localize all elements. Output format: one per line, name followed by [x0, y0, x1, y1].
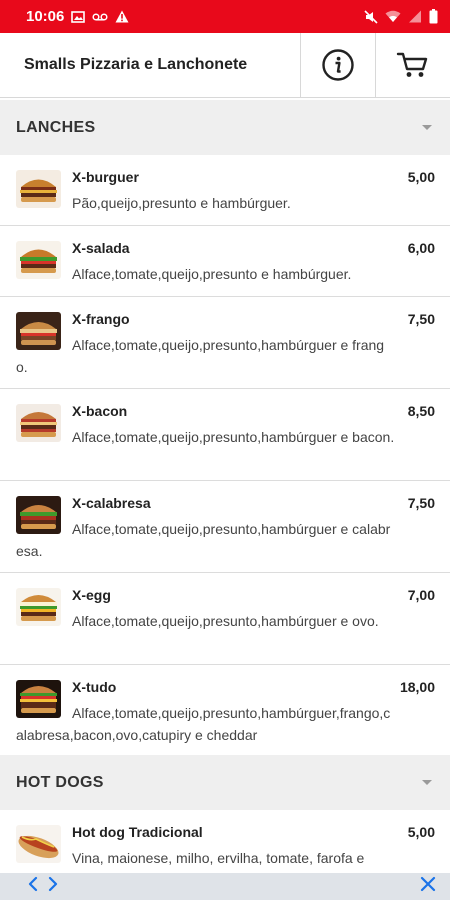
- info-button[interactable]: [300, 33, 375, 97]
- item-name: X-frango: [72, 311, 130, 327]
- voicemail-icon: [92, 12, 108, 21]
- chevron-down-icon: [422, 780, 432, 785]
- item-price: 8,50: [407, 403, 435, 419]
- item-name: X-bacon: [72, 403, 128, 419]
- item-price: 6,00: [407, 240, 435, 256]
- back-button[interactable]: [28, 876, 38, 897]
- section-title: HOT DOGS: [16, 773, 104, 791]
- section-title: LANCHES: [16, 118, 96, 136]
- cart-button[interactable]: [375, 33, 450, 97]
- menu-item-x-calabresa[interactable]: X-calabresa 7,50 Alface,tomate,queijo,pr…: [0, 481, 450, 573]
- item-description: Pão,queijo,presunto e hambúrguer.: [72, 195, 291, 211]
- item-price: 5,00: [407, 824, 435, 840]
- menu-item-x-bacon[interactable]: X-bacon 8,50 Alface,tomate,queijo,presun…: [0, 389, 450, 481]
- cart-icon: [396, 52, 428, 77]
- battery-icon: [429, 9, 438, 24]
- section-lanches-header[interactable]: LANCHES: [0, 100, 450, 155]
- item-description: Alface,tomate,queijo,presunto,hambúrguer…: [72, 429, 395, 445]
- item-name: X-burguer: [72, 169, 139, 185]
- item-description: Vina, maionese, milho, ervilha, tomate, …: [72, 850, 365, 866]
- bottom-nav-bar: [0, 873, 450, 900]
- item-price: 18,00: [399, 679, 435, 695]
- item-description: Alface,tomate,queijo,presunto,hambúrguer…: [72, 613, 379, 629]
- item-name: X-calabresa: [72, 495, 151, 511]
- forward-button[interactable]: [48, 876, 58, 897]
- store-title: Smalls Pizzaria e Lanchonete: [24, 56, 248, 73]
- chevron-right-icon: [48, 876, 58, 892]
- image-icon: [71, 10, 86, 23]
- item-description: Alface,tomate,queijo,presunto,hambúrguer…: [16, 705, 391, 743]
- menu-item-x-salada[interactable]: X-salada 6,00 Alface,tomate,queijo,presu…: [0, 226, 450, 297]
- menu-item-x-egg[interactable]: X-egg 7,00 Alface,tomate,queijo,presunto…: [0, 573, 450, 665]
- warning-icon: [115, 10, 129, 23]
- item-name: X-egg: [72, 587, 111, 603]
- signal-icon: [409, 10, 421, 23]
- item-description: Alface,tomate,queijo,presunto,hambúrguer…: [16, 337, 385, 375]
- wifi-icon: [385, 10, 401, 22]
- chevron-left-icon: [28, 876, 38, 892]
- item-name: X-salada: [72, 240, 130, 256]
- menu-item-hot-dog-tradicional[interactable]: Hot dog Tradicional 5,00 Vina, maionese,…: [0, 810, 450, 873]
- info-icon: [322, 49, 354, 81]
- item-price: 7,50: [407, 311, 435, 327]
- section-hot-dogs-header[interactable]: HOT DOGS: [0, 755, 450, 810]
- menu-item-x-burguer[interactable]: X-burguer 5,00 Pão,queijo,presunto e ham…: [0, 155, 450, 226]
- item-name: Hot dog Tradicional: [72, 824, 203, 840]
- menu-item-x-frango[interactable]: X-frango 7,50 Alface,tomate,queijo,presu…: [0, 297, 450, 389]
- mute-icon: [364, 9, 378, 24]
- item-description: Alface,tomate,queijo,presunto e hambúrgu…: [72, 266, 352, 282]
- chevron-down-icon: [422, 125, 432, 130]
- item-description: Alface,tomate,queijo,presunto,hambúrguer…: [16, 521, 391, 559]
- close-button[interactable]: [420, 876, 436, 897]
- status-bar: 10:06: [0, 0, 450, 33]
- app-header: Smalls Pizzaria e Lanchonete: [0, 33, 450, 98]
- status-time: 10:06: [26, 8, 65, 25]
- item-price: 7,50: [407, 495, 435, 511]
- menu-item-x-tudo[interactable]: X-tudo 18,00 Alface,tomate,queijo,presun…: [0, 665, 450, 757]
- item-name: X-tudo: [72, 679, 117, 695]
- item-price: 7,00: [407, 587, 435, 603]
- item-price: 5,00: [407, 169, 435, 185]
- close-icon: [420, 876, 436, 892]
